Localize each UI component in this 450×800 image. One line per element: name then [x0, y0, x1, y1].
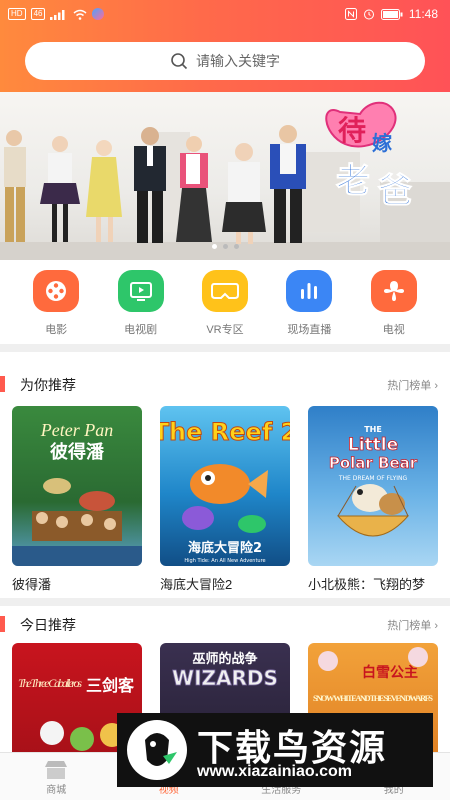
search-placeholder: 请输入关键字 — [196, 53, 280, 69]
store-icon — [45, 761, 68, 779]
cast-figure — [222, 143, 266, 244]
cast-figure — [40, 136, 80, 242]
clock: 11:48 — [408, 7, 438, 21]
banner-char: 嫁 — [372, 131, 392, 155]
battery-icon — [380, 8, 403, 20]
chevron-right-icon: › — [434, 380, 438, 392]
divider — [0, 598, 450, 606]
nfc-icon — [344, 8, 357, 20]
category-movie[interactable]: 电影 — [21, 262, 91, 344]
poster-title: WIZARDS — [172, 666, 278, 690]
banner-image: 待 嫁 老 爸 — [0, 101, 450, 260]
tv-play-icon — [117, 270, 164, 312]
poster-title-line1: Little — [348, 435, 398, 455]
banner-carousel[interactable]: 待 嫁 老 爸 — [0, 92, 450, 260]
vr-headset-icon — [201, 270, 248, 312]
more-link-label: 热门榜单 — [387, 380, 432, 392]
movie-card[interactable]: The Reef 2 海底大冒险2 High Tide: An All New … — [160, 406, 290, 593]
film-reel-icon — [33, 270, 80, 312]
poster-subtitle: 彼得潘 — [50, 441, 105, 463]
poster-reef-2: The Reef 2 海底大冒险2 High Tide: An All New … — [160, 406, 290, 566]
category-label: 电视 — [382, 324, 405, 336]
category-bar: 电影 电视剧 VR专区 现场直播 电视 — [0, 262, 450, 344]
category-label: 电视剧 — [124, 324, 158, 336]
bird-logo — [127, 720, 187, 780]
poster-tagline: High Tide: An All New Adventure — [184, 558, 265, 564]
category-label: 电影 — [45, 324, 68, 336]
search-icon — [171, 53, 188, 70]
poster-subtitle: 白雪公主 — [362, 664, 418, 681]
poster-subtitle: THE DREAM OF FLYING — [338, 475, 408, 482]
poster-title: The Three Caballeros — [18, 676, 82, 690]
poster-subtitle: 海底大冒险2 — [188, 540, 262, 556]
watermark: 下载鸟资源 www.xiazainiao.com — [117, 713, 433, 787]
hd-badge: HD — [8, 8, 26, 20]
poster-title: Peter Pan — [40, 420, 113, 440]
nav-label: 商城 — [46, 785, 67, 796]
network-badge: 46 — [30, 8, 46, 20]
section-title: 今日推荐 — [20, 617, 76, 633]
tv-grid-icon — [370, 270, 417, 312]
cast-figure — [270, 125, 306, 243]
alarm-icon — [363, 9, 374, 20]
carousel-dot[interactable] — [233, 244, 239, 249]
poster-subtitle: 巫师的战争 — [192, 651, 257, 667]
category-vr[interactable]: VR专区 — [190, 262, 260, 344]
cast-figure — [4, 130, 26, 242]
section-title: 为你推荐 — [20, 377, 76, 393]
poster-title: The Reef 2 — [160, 418, 290, 446]
movie-title: 海底大冒险2 — [160, 577, 233, 592]
movie-card[interactable]: THE Little Polar Bear THE DREAM OF FLYIN… — [308, 406, 438, 593]
carousel-dot[interactable] — [211, 244, 217, 249]
carousel-indicator — [0, 244, 450, 249]
poster-subtitle: 三剑客 — [86, 676, 135, 695]
more-link-label: 热门榜单 — [387, 620, 432, 632]
app-notification-icon — [92, 8, 105, 20]
header: HD 46 11:48 请输入关键字 — [0, 0, 450, 92]
category-tv-series[interactable]: 电视剧 — [106, 262, 176, 344]
category-live[interactable]: 现场直播 — [274, 262, 344, 344]
section-accent — [0, 616, 5, 632]
carousel-dot[interactable] — [222, 244, 228, 249]
nav-item-store[interactable]: 商城 — [0, 753, 113, 800]
category-label: 现场直播 — [287, 324, 332, 336]
cast-figure — [86, 140, 122, 242]
banner-char: 爸 — [377, 171, 412, 211]
section-accent — [0, 376, 5, 392]
more-link[interactable]: 热门榜单 › — [387, 617, 438, 633]
chevron-right-icon: › — [434, 620, 438, 632]
poster-title-prefix: THE — [364, 425, 382, 434]
signal-icon — [50, 9, 65, 20]
divider — [0, 344, 450, 352]
movie-title: 彼得潘 — [12, 577, 52, 592]
movie-title: 小北极熊：飞翔的梦 — [308, 577, 426, 592]
status-bar: HD 46 11:48 — [0, 0, 450, 30]
recommend-row: Peter Pan 彼得潘 彼得潘 The Reef 2 海底大冒险2 High… — [12, 406, 438, 593]
category-tv[interactable]: 电视 — [359, 262, 429, 344]
wifi-icon — [73, 9, 87, 20]
watermark-url: www.xiazainiao.com — [197, 763, 353, 780]
section-header-today: 今日推荐 热门榜单 › — [0, 608, 450, 638]
poster-little-polar-bear: THE Little Polar Bear THE DREAM OF FLYIN… — [308, 406, 438, 566]
poster-title-line2: Polar Bear — [329, 454, 418, 472]
banner-char: 待 — [338, 114, 366, 147]
more-link[interactable]: 热门榜单 › — [387, 377, 438, 393]
poster-title: SNOW WHITE AND THE SEVEN DWARFS — [313, 693, 433, 703]
banner-char: 老 — [336, 161, 370, 201]
section-header-recommend: 为你推荐 热门榜单 › — [0, 368, 450, 398]
app-page: HD 46 11:48 请输入关键字 待 嫁 老 爸 电影 电视剧 VR专区 现… — [0, 0, 450, 800]
poster-peter-pan: Peter Pan 彼得潘 — [12, 406, 142, 566]
search-box[interactable]: 请输入关键字 — [25, 42, 425, 80]
category-label: VR专区 — [206, 324, 244, 336]
live-bars-icon — [286, 270, 333, 312]
movie-card[interactable]: Peter Pan 彼得潘 彼得潘 — [12, 406, 142, 593]
